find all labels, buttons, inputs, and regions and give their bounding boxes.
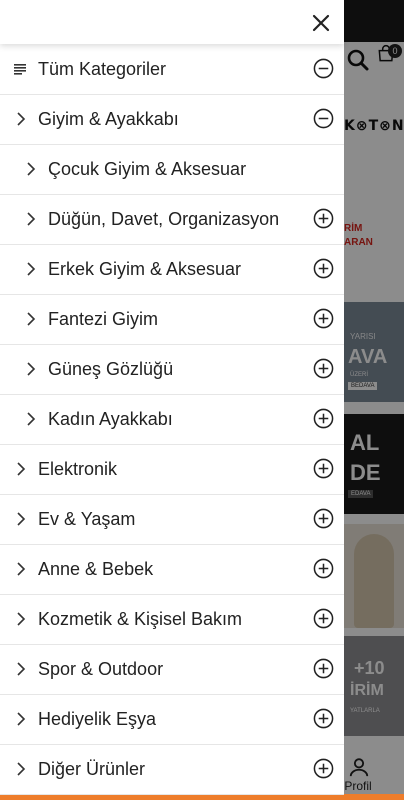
chevron-right-icon — [17, 562, 26, 576]
chevron-right-icon — [27, 262, 36, 276]
chevron-right-icon — [27, 312, 36, 326]
chevron-right-icon — [17, 762, 26, 776]
drawer-top-bar — [0, 0, 344, 44]
subcategory-item[interactable]: Düğün, Davet, Organizasyon — [0, 195, 344, 245]
all-categories-header[interactable]: Tüm Kategoriler — [0, 45, 344, 95]
category-label: Erkek Giyim & Aksesuar — [48, 259, 242, 279]
category-item[interactable]: Elektronik — [0, 445, 344, 495]
expand-icon[interactable] — [313, 358, 334, 379]
category-label: Anne & Bebek — [38, 559, 154, 579]
drawer-overlay[interactable] — [344, 0, 404, 794]
list-icon — [14, 64, 26, 75]
chevron-right-icon — [27, 412, 36, 426]
category-item[interactable]: Kozmetik & Kişisel Bakım — [0, 595, 344, 645]
subcategory-item[interactable]: Fantezi Giyim — [0, 295, 344, 345]
chevron-right-icon — [17, 462, 26, 476]
expand-icon[interactable] — [313, 658, 334, 679]
category-label: Hediyelik Eşya — [38, 709, 157, 729]
category-label: Diğer Ürünler — [38, 759, 146, 779]
category-label: Spor & Outdoor — [38, 659, 164, 679]
category-label: Çocuk Giyim & Aksesuar — [48, 159, 247, 179]
category-item[interactable]: Anne & Bebek — [0, 545, 344, 595]
expand-icon[interactable] — [313, 758, 334, 779]
expand-icon[interactable] — [313, 608, 334, 629]
category-drawer: Tüm Kategoriler Giyim & Ayakkabı Çocuk Gi… — [0, 0, 344, 795]
category-label: Giyim & Ayakkabı — [38, 109, 179, 129]
expand-icon[interactable] — [313, 458, 334, 479]
chevron-right-icon — [17, 662, 26, 676]
all-categories-label: Tüm Kategoriler — [38, 59, 167, 79]
chevron-right-icon — [27, 162, 36, 176]
category-list: Tüm Kategoriler Giyim & Ayakkabı Çocuk Gi… — [0, 45, 344, 795]
expand-icon[interactable] — [313, 508, 334, 529]
category-label: Ev & Yaşam — [38, 509, 136, 529]
expand-icon[interactable] — [313, 408, 334, 429]
chevron-right-icon — [17, 712, 26, 726]
category-label: Güneş Gözlüğü — [48, 359, 174, 379]
collapse-icon[interactable] — [313, 108, 334, 129]
expand-icon[interactable] — [313, 208, 334, 229]
expand-icon[interactable] — [313, 558, 334, 579]
expand-icon[interactable] — [313, 258, 334, 279]
expand-icon[interactable] — [313, 708, 334, 729]
category-label: Elektronik — [38, 459, 118, 479]
category-label: Kadın Ayakkabı — [48, 409, 173, 429]
subcategory-item[interactable]: Kadın Ayakkabı — [0, 395, 344, 445]
category-label: Fantezi Giyim — [48, 309, 159, 329]
chevron-right-icon — [17, 512, 26, 526]
category-label: Düğün, Davet, Organizasyon — [48, 209, 280, 229]
category-item[interactable]: Giyim & Ayakkabı — [0, 95, 344, 145]
subcategory-item[interactable]: Erkek Giyim & Aksesuar — [0, 245, 344, 295]
category-items: Giyim & Ayakkabı Çocuk Giyim & Aksesuar Dü… — [0, 95, 344, 795]
collapse-icon[interactable] — [313, 58, 334, 79]
category-item[interactable]: Ev & Yaşam — [0, 495, 344, 545]
chevron-right-icon — [17, 612, 26, 626]
chevron-right-icon — [17, 112, 26, 126]
chevron-right-icon — [27, 212, 36, 226]
subcategory-item[interactable]: Güneş Gözlüğü — [0, 345, 344, 395]
close-icon[interactable] — [308, 10, 334, 36]
category-label: Kozmetik & Kişisel Bakım — [38, 609, 243, 629]
subcategory-item[interactable]: Çocuk Giyim & Aksesuar — [0, 145, 344, 195]
category-item[interactable]: Spor & Outdoor — [0, 645, 344, 695]
expand-icon[interactable] — [313, 308, 334, 329]
category-item[interactable]: Diğer Ürünler — [0, 745, 344, 795]
category-item[interactable]: Hediyelik Eşya — [0, 695, 344, 745]
chevron-right-icon — [27, 362, 36, 376]
